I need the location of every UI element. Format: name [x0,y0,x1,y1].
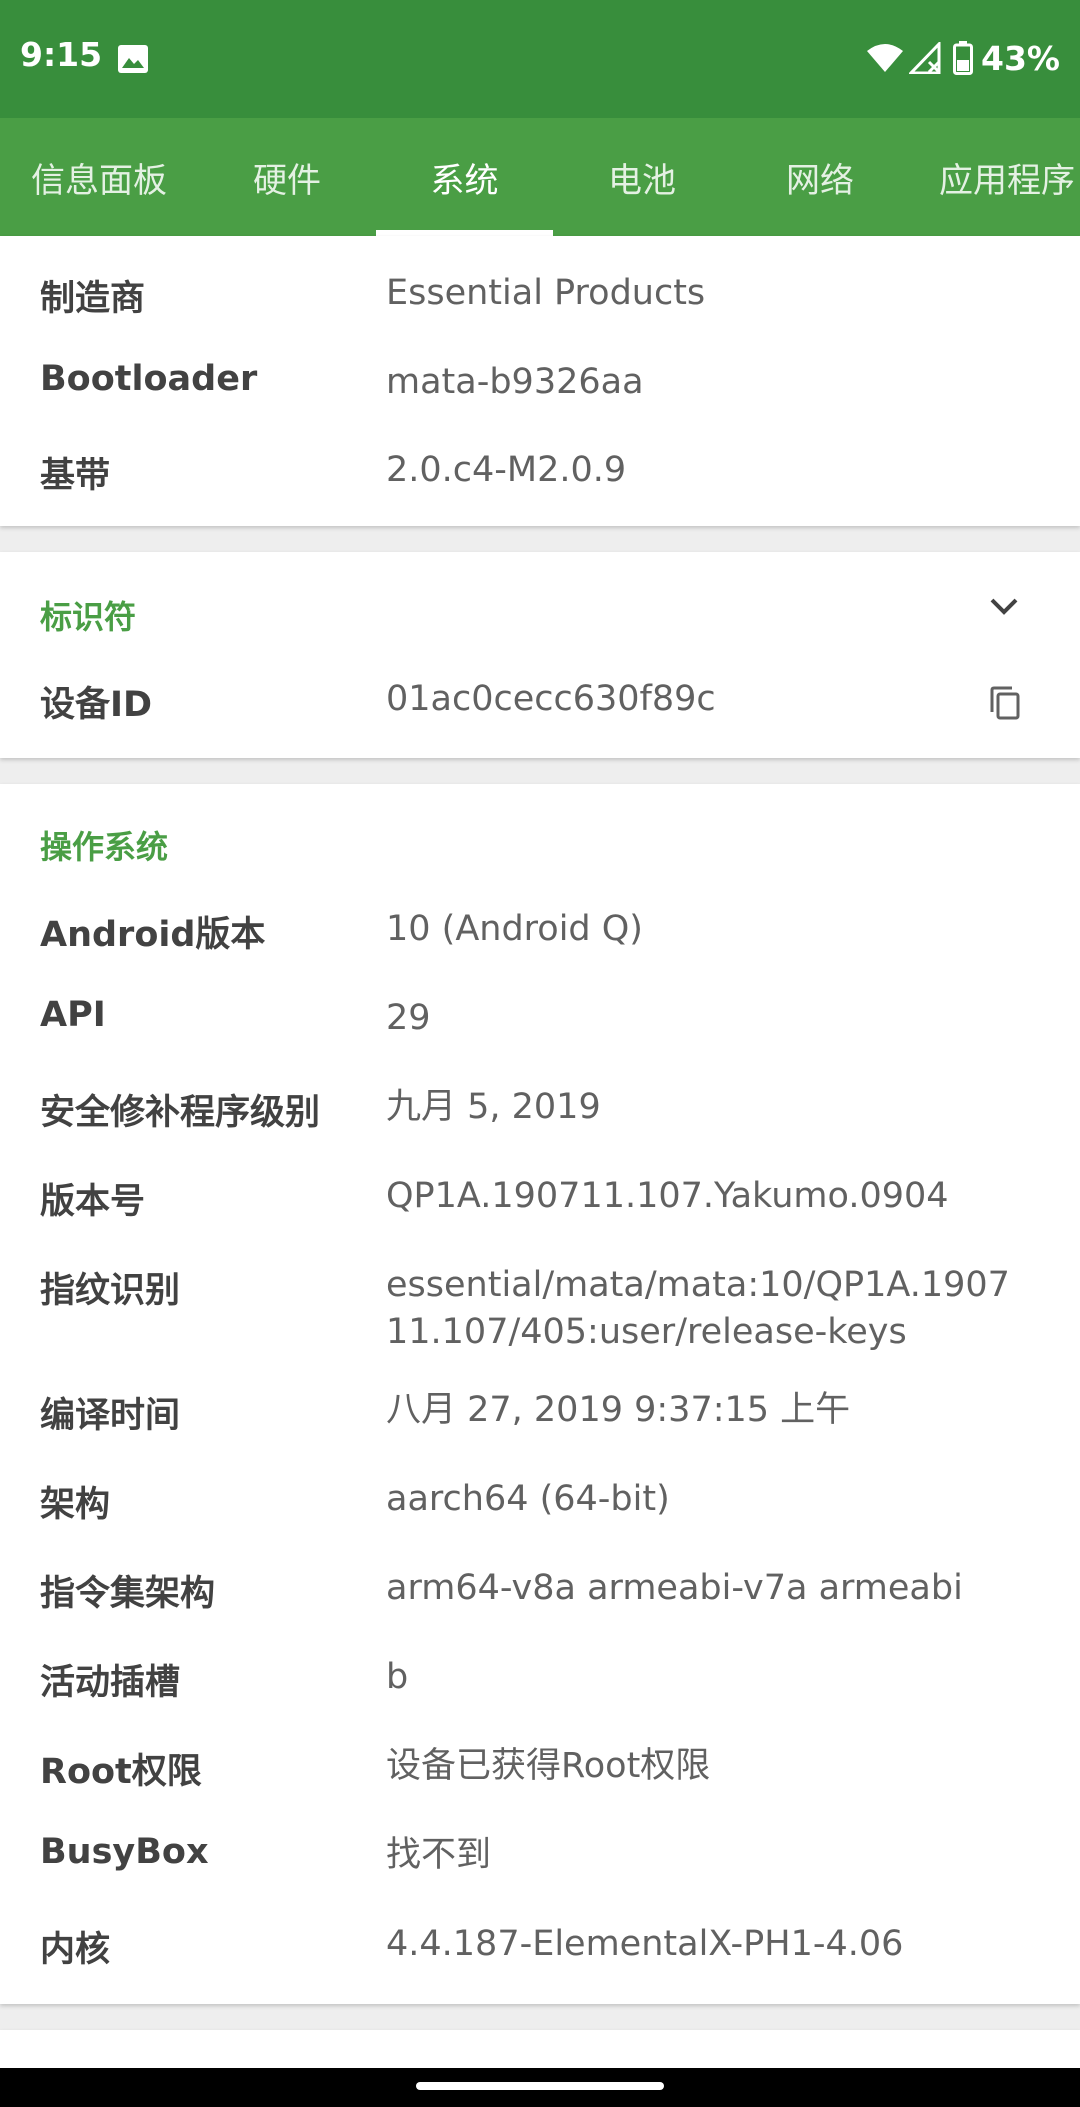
tab-dashboard[interactable]: 信息面板 [0,118,198,236]
battery-percent: 43% [981,38,1060,78]
row-value: b [386,1657,409,1697]
row-value: QP1A.190711.107.Yakumo.0904 [386,1176,949,1216]
status-icons: 43% [867,38,1060,78]
row-value: 2.0.c4-M2.0.9 [386,450,627,490]
row-value: arm64-v8a armeabi-v7a armeabi [386,1568,963,1608]
row-label: Root权限 [40,1752,202,1792]
tab-bar: 信息面板 硬件 系统 电池 网络 应用程序 [0,118,1080,236]
row-label: 设备ID [40,685,153,725]
row-value: essential/mata/mata:10/QP1A.190711.107/4… [386,1265,1010,1352]
row-label: BusyBox [40,1832,209,1872]
row-value: 4.4.187-ElementalX-PH1-4.06 [386,1924,904,1964]
row-label: API [40,995,106,1035]
tab-label: 系统 [430,160,499,201]
row-label: 制造商 [40,279,146,319]
row-label: 指令集架构 [40,1574,216,1614]
tab-label: 应用程序 [939,160,1075,201]
tab-apps[interactable]: 应用程序 [909,118,1080,236]
copy-icon[interactable] [986,684,1024,722]
status-time: 9:15 [20,35,103,74]
identifier-card: 标识符 设备ID 01ac0cecc630f89c [0,552,1080,758]
row-value: 01ac0cecc630f89c [386,679,716,719]
row-label: 指纹识别 [40,1271,181,1311]
row-value: mata-b9326aa [386,362,644,402]
row-label: 安全修补程序级别 [40,1093,321,1133]
row-value: 设备已获得Root权限 [386,1746,711,1786]
wifi-icon [867,44,903,72]
row-value: 10 (Android Q) [386,909,643,949]
row-label: Bootloader [40,359,258,399]
row-label: 内核 [40,1930,111,1970]
tab-system[interactable]: 系统 [376,118,553,236]
image-icon [118,45,148,73]
battery-icon [953,41,973,75]
home-gesture-handle[interactable] [416,2082,664,2090]
tab-battery[interactable]: 电池 [553,118,731,236]
row-label: 架构 [40,1485,111,1525]
row-label: 活动插槽 [40,1663,181,1703]
tab-label: 信息面板 [31,160,167,201]
navigation-bar [0,2068,1080,2107]
row-label: 版本号 [40,1182,146,1222]
status-bar: 9:15 43% [0,0,1080,118]
row-label: 基带 [40,456,111,496]
row-label: Android版本 [40,915,266,955]
device-card: 制造商 Essential Products Bootloader mata-b… [0,236,1080,526]
chevron-down-icon[interactable] [986,588,1022,624]
tab-hardware[interactable]: 硬件 [198,118,376,236]
tab-label: 电池 [608,160,676,201]
os-card: 操作系统 Android版本 10 (Android Q) API 29 安全修… [0,784,1080,2004]
row-value: Essential Products [386,273,706,313]
row-value: 找不到 [386,1835,492,1875]
row-value: 八月 27, 2019 9:37:15 上午 [386,1390,851,1430]
tab-label: 网络 [786,160,854,201]
tab-label: 硬件 [253,160,321,201]
row-value: 九月 5, 2019 [386,1087,601,1127]
signal-icon [909,42,941,74]
tab-network[interactable]: 网络 [731,118,909,236]
section-title-os: 操作系统 [40,828,169,866]
row-value: 29 [386,998,431,1038]
row-value: aarch64 (64-bit) [386,1479,670,1519]
row-label: 编译时间 [40,1396,181,1436]
section-title-identifier: 标识符 [40,598,137,636]
